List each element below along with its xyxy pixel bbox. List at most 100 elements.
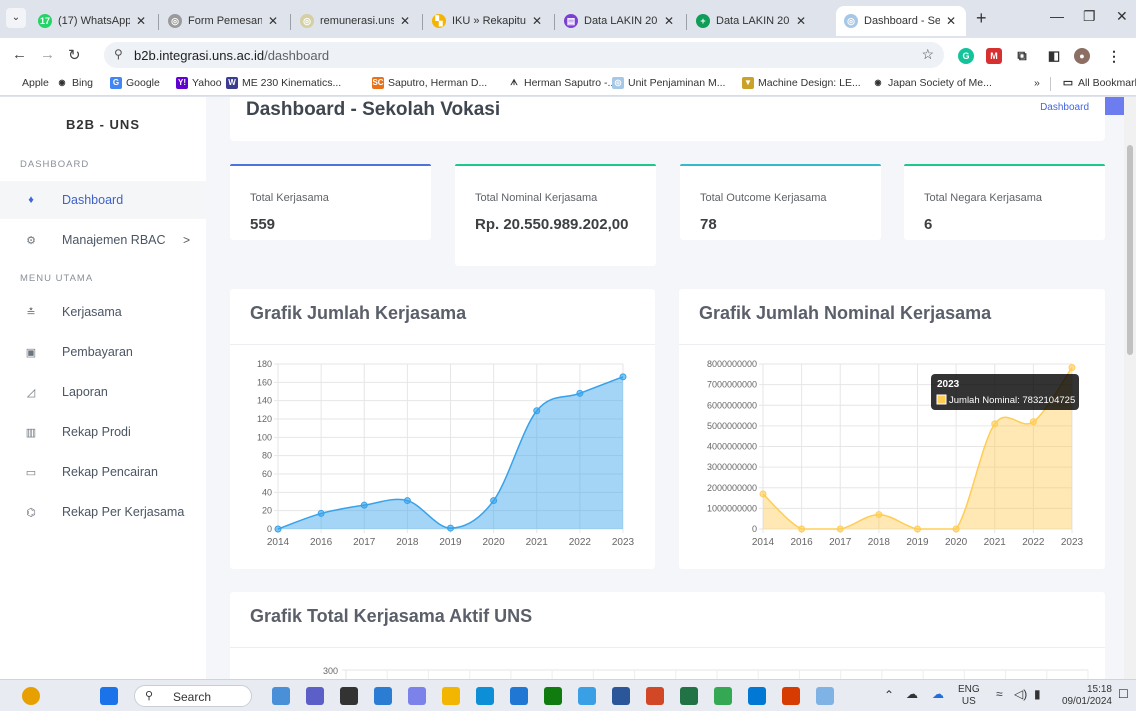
tab-close-icon[interactable]: ✕ [134,14,148,28]
minimize-icon[interactable]: — [1050,8,1064,24]
data-point[interactable] [490,497,498,505]
more-bookmarks-button[interactable]: » [1034,77,1040,89]
battery-icon[interactable]: ▮ [1034,688,1041,700]
bookmark-item[interactable]: SC Saputro, Herman D... [372,77,487,89]
all-bookmarks-button[interactable]: ▭All Bookmarks [1062,77,1136,89]
data-point[interactable] [360,501,368,509]
data-point[interactable] [1068,363,1076,371]
paint-icon[interactable] [748,687,766,705]
outlook-icon[interactable] [578,687,596,705]
bookmark-item[interactable]: ◉ Bing [56,77,94,89]
tab-search-button[interactable]: ⌄ [6,8,26,28]
sidebar-item-rekap-prodi[interactable]: ▥ Rekap Prodi [0,413,206,451]
forward-icon[interactable]: → [40,46,55,63]
browser-tab[interactable]: ◎ Form Pemesanan ✕ [160,6,288,36]
sidebar-item-rekap-per-kerjasama[interactable]: ⌬ Rekap Per Kerjasama [0,493,206,531]
browser-tab[interactable]: ◎ Dashboard - Seko ✕ [836,6,966,36]
sidebar-item-pembayaran[interactable]: ▣ Pembayaran [0,333,206,371]
site-info-icon[interactable]: ⚲ [114,47,123,61]
wifi-icon[interactable]: ≈ [996,688,1003,700]
chrome-icon[interactable] [714,687,732,705]
windows-start-icon[interactable] [100,687,118,705]
excel-icon[interactable] [680,687,698,705]
taskbar-search[interactable]: ⚲ Search [134,685,252,707]
tray-overflow-icon[interactable]: ⌃ [884,689,894,701]
bookmark-item[interactable]: ◉ Japan Society of Me... [872,77,992,89]
chart-jumlah-kerjasama[interactable]: 0 20 40 60 80 100 120 140 160 180 2014 2016 2017 2018… [230,289,655,569]
photos-icon[interactable] [272,687,290,705]
restore-icon[interactable]: ❐ [1083,8,1096,25]
data-point[interactable] [798,525,806,533]
data-point[interactable] [1029,418,1037,426]
tab-close-icon[interactable]: ✕ [266,14,280,28]
data-point[interactable] [952,525,960,533]
file-explorer-icon[interactable] [442,687,460,705]
cloud-icon[interactable]: ☁ [932,688,944,700]
data-point[interactable] [914,525,921,533]
data-point[interactable] [759,490,767,498]
clock[interactable]: 15:18 09/01/2024 [1060,685,1112,707]
acrobat-icon[interactable] [782,687,800,705]
sidebar-item-manajemen-rbac[interactable]: ⚙ Manajemen RBAC > [0,221,206,259]
extension-icon[interactable]: M [986,48,1002,64]
chart-kerjasama-aktif[interactable]: 300 [230,592,1105,679]
notification-icon[interactable]: ☐ [1118,688,1129,700]
browser-tab[interactable]: + Data LAKIN 2023 ✕ [688,6,816,36]
grammarly-icon[interactable]: G [958,48,974,64]
data-point[interactable] [576,389,584,397]
xbox-icon[interactable] [544,687,562,705]
sidebar-item-dashboard[interactable]: ♦ Dashboard [0,181,206,219]
word-icon[interactable] [612,687,630,705]
chat-icon[interactable] [816,687,834,705]
browser-tab[interactable]: ▚ IKU » Rekapitulasi ✕ [424,6,552,36]
data-point[interactable] [619,373,627,381]
tab-close-icon[interactable]: ✕ [662,14,676,28]
store-icon[interactable] [510,687,528,705]
data-point[interactable] [403,497,411,505]
bookmark-item[interactable]: ᗑ Herman Saputro -... [508,77,616,89]
extensions-puzzle-icon[interactable]: ⧉ [1014,48,1030,64]
language-indicator[interactable]: ENG US [958,685,980,707]
address-bar[interactable]: ⚲ b2b.integrasi.uns.ac.id/dashboard ☆ [104,42,944,68]
close-window-icon[interactable]: ✕ [1116,8,1128,25]
bookmark-star-icon[interactable]: ☆ [921,46,934,63]
tab-close-icon[interactable]: ✕ [794,14,808,28]
page-scrollbar[interactable] [1124,97,1136,679]
bookmark-item[interactable]: ▼ Machine Design: LE... [742,77,861,89]
edge-icon[interactable] [476,687,494,705]
side-panel-icon[interactable]: ◧ [1046,48,1062,64]
app-icon[interactable] [340,687,358,705]
bookmark-item[interactable]: Apple [6,77,49,89]
tab-close-icon[interactable]: ✕ [398,14,412,28]
tab-close-icon[interactable]: ✕ [944,14,958,28]
teams-icon[interactable] [306,687,324,705]
data-point[interactable] [274,525,282,533]
browser-tab[interactable]: 17 (17) WhatsApp ✕ [30,6,156,36]
volume-icon[interactable]: ◁) [1014,688,1027,700]
breadcrumb[interactable]: Dashboard [1040,102,1089,113]
chart-nominal-kerjasama[interactable]: 0 1000000000 2000000000 3000000000 400000000… [679,289,1105,569]
data-point[interactable] [317,509,325,517]
browser-tab[interactable]: ▤ Data LAKIN 2023 ✕ [556,6,684,36]
data-point[interactable] [991,420,999,428]
sidebar-item-kerjasama[interactable]: ≛ Kerjasama [0,293,206,331]
teams-icon[interactable] [408,687,426,705]
data-point[interactable] [447,524,454,532]
tasks-icon[interactable] [374,687,392,705]
data-point[interactable] [533,407,541,415]
onedrive-icon[interactable]: ☁ [906,688,918,700]
weather-icon[interactable] [22,687,40,705]
bookmark-item[interactable]: Y! Yahoo [176,77,222,89]
back-icon[interactable]: ← [12,46,27,63]
browser-tab[interactable]: ◎ remunerasi.uns.ac ✕ [292,6,420,36]
browser-menu-icon[interactable]: ⋮ [1106,48,1122,64]
data-point[interactable] [875,511,883,519]
bookmark-item[interactable]: ◎ Unit Penjaminan M... [612,77,725,89]
url-text[interactable]: b2b.integrasi.uns.ac.id/dashboard [134,48,329,63]
bookmark-item[interactable]: W ME 230 Kinematics... [226,77,341,89]
reload-icon[interactable]: ↻ [68,46,81,64]
tab-close-icon[interactable]: ✕ [530,14,544,28]
bookmark-item[interactable]: G Google [110,77,160,89]
data-point[interactable] [836,525,844,533]
scrollbar-thumb[interactable] [1127,145,1133,355]
